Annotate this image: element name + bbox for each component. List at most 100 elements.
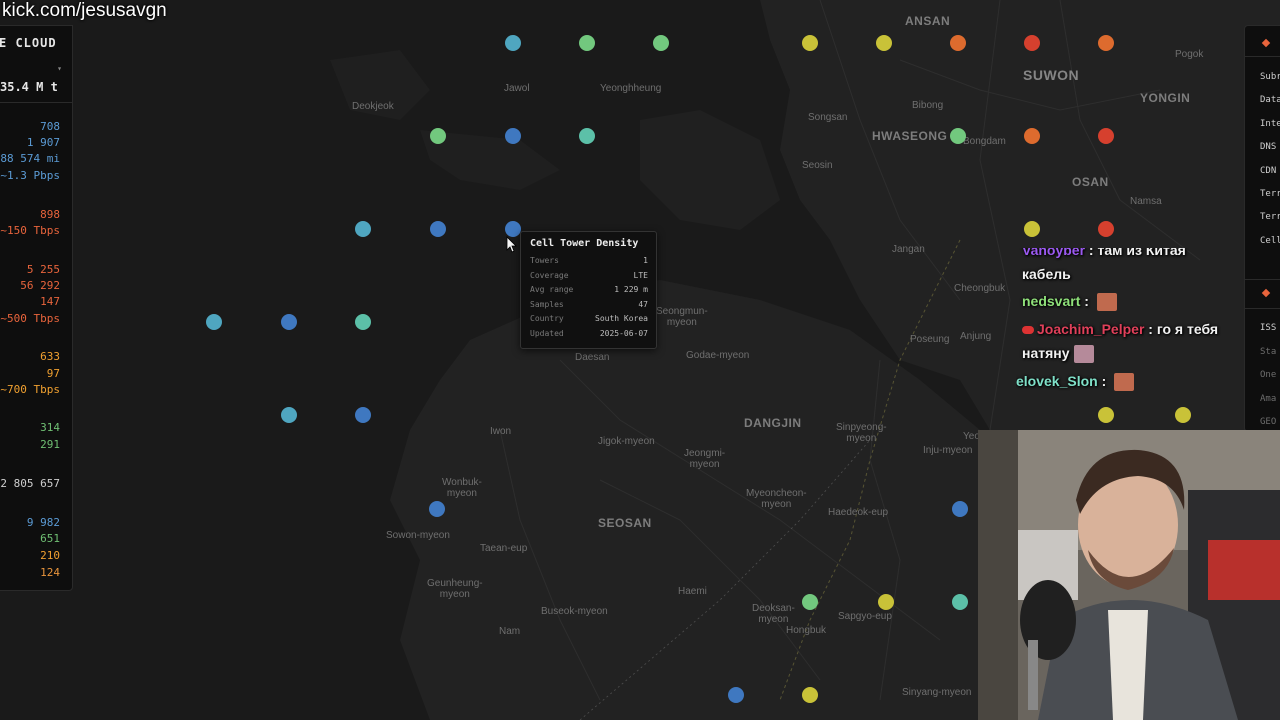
- density-cell-dot[interactable]: [355, 221, 371, 237]
- density-cell-dot[interactable]: [950, 35, 966, 51]
- map-label: DANGJIN: [744, 416, 802, 430]
- chat-username[interactable]: elovek_Slon: [1016, 373, 1098, 389]
- stat-value: 97: [46, 367, 60, 380]
- density-cell-dot[interactable]: [952, 501, 968, 517]
- satellite-item[interactable]: One: [1260, 370, 1276, 380]
- density-cell-dot[interactable]: [281, 314, 297, 330]
- layer-item[interactable]: Cell: [1260, 236, 1280, 246]
- map-label: Wonbuk- myeon: [442, 477, 482, 499]
- density-cell-dot[interactable]: [878, 594, 894, 610]
- diamond-icon: [1261, 288, 1271, 298]
- satellite-item[interactable]: Sta: [1260, 347, 1276, 357]
- map-label: SEOSAN: [598, 516, 652, 530]
- density-cell-dot[interactable]: [430, 221, 446, 237]
- density-cell-dot[interactable]: [1024, 221, 1040, 237]
- density-cell-dot[interactable]: [950, 128, 966, 144]
- density-cell-dot[interactable]: [728, 687, 744, 703]
- density-cell-dot[interactable]: [206, 314, 222, 330]
- satellite-item[interactable]: Ama: [1260, 394, 1276, 404]
- density-cell-dot[interactable]: [653, 35, 669, 51]
- density-cell-dot[interactable]: [505, 128, 521, 144]
- stat-value: 88 574 mi: [0, 152, 60, 165]
- map-label: Geunheung- myeon: [427, 578, 483, 600]
- tooltip-value: 47: [638, 299, 648, 309]
- density-cell-dot[interactable]: [1098, 221, 1114, 237]
- density-cell-dot[interactable]: [1024, 35, 1040, 51]
- divider: [1245, 56, 1280, 57]
- tooltip-title: Cell Tower Density: [530, 238, 639, 249]
- map-label: Haemi: [678, 586, 707, 597]
- chat-text: кабель: [1022, 266, 1071, 282]
- density-cell-dot[interactable]: [1098, 128, 1114, 144]
- tooltip-key: Towers: [530, 256, 559, 265]
- map-label: Hongbuk: [786, 625, 827, 636]
- stat-value: 9 982: [26, 516, 60, 529]
- chat-message: elovek_Slon :: [1016, 373, 1135, 392]
- chevron-down-icon[interactable]: ▾: [57, 64, 62, 73]
- tooltip-row: Avg range 1 229 m: [530, 285, 648, 299]
- map-label: Anjung: [960, 331, 992, 342]
- density-cell-dot[interactable]: [281, 407, 297, 423]
- tooltip-value: LTE: [633, 270, 648, 280]
- chat-text: го я тебя: [1156, 321, 1219, 337]
- stat-value: 291: [40, 438, 60, 451]
- map-label: SUWON: [1023, 67, 1080, 83]
- map-label: Myeoncheon- myeon: [746, 488, 807, 510]
- density-cell-dot[interactable]: [802, 594, 818, 610]
- map-label: Sinpyeong- myeon: [836, 422, 887, 444]
- density-cell-dot[interactable]: [505, 35, 521, 51]
- tooltip-row: Coverage LTE: [530, 271, 648, 285]
- chat-username[interactable]: nedsvart: [1022, 293, 1080, 309]
- density-cell-dot[interactable]: [876, 35, 892, 51]
- map-label: YONGIN: [1140, 91, 1191, 105]
- panel-title: E CLOUD: [0, 36, 57, 50]
- density-cell-dot[interactable]: [1098, 407, 1114, 423]
- satellite-item[interactable]: ISS: [1260, 323, 1276, 333]
- map-label: Deoksan- myeon: [752, 603, 795, 625]
- layer-item[interactable]: Terr: [1260, 189, 1280, 199]
- density-cell-dot[interactable]: [429, 501, 445, 517]
- divider: [0, 102, 72, 103]
- stat-value: 898: [40, 208, 60, 221]
- map-label: Nam: [499, 626, 521, 637]
- density-cell-dot[interactable]: [579, 128, 595, 144]
- density-cell-dot[interactable]: [355, 314, 371, 330]
- map-label: Bibong: [912, 100, 944, 111]
- layer-item[interactable]: Data: [1260, 95, 1280, 105]
- tooltip-value: 2025-06-07: [599, 329, 648, 338]
- density-cell-dot[interactable]: [579, 35, 595, 51]
- map-label: Haedeok-eup: [828, 507, 889, 518]
- tooltip-value: 1 229 m: [614, 285, 648, 295]
- tooltip-value: 1: [643, 256, 648, 265]
- density-cell-dot[interactable]: [802, 687, 818, 703]
- layer-item[interactable]: CDN: [1260, 166, 1276, 176]
- layer-item[interactable]: DNS: [1260, 142, 1276, 152]
- webcam-overlay: [978, 430, 1280, 720]
- map-label: Iwon: [490, 426, 512, 437]
- density-cell-dot[interactable]: [505, 221, 521, 237]
- map-label: Songsan: [808, 112, 848, 123]
- map-label: Seongmun- myeon: [656, 306, 708, 328]
- tooltip-key: Samples: [530, 299, 564, 309]
- tooltip-key: Country: [530, 314, 564, 324]
- chat-separator: :: [1144, 321, 1157, 337]
- map-label: Inju-myeon: [923, 445, 973, 456]
- layer-item[interactable]: Terr: [1260, 212, 1280, 222]
- density-cell-dot[interactable]: [1098, 35, 1114, 51]
- map-label: Sapgyo-eup: [838, 611, 892, 622]
- density-cell-dot[interactable]: [1024, 128, 1040, 144]
- density-cell-dot[interactable]: [802, 35, 818, 51]
- density-cell-dot[interactable]: [1175, 407, 1191, 423]
- layer-item[interactable]: Inte: [1260, 119, 1280, 129]
- stat-value: 2 805 657: [0, 477, 60, 490]
- stat-value: 314: [40, 421, 60, 434]
- density-cell-dot[interactable]: [355, 407, 371, 423]
- chat-username[interactable]: Joachim_Pelper: [1037, 321, 1144, 337]
- density-cell-dot[interactable]: [952, 594, 968, 610]
- density-cell-dot[interactable]: [430, 128, 446, 144]
- layer-item[interactable]: Subr: [1260, 72, 1280, 82]
- map-label: Jigok-myeon: [598, 436, 655, 447]
- satellite-item[interactable]: GEO: [1260, 417, 1276, 427]
- chat-emote-icon: [1096, 293, 1117, 312]
- chat-badge-icon: [1022, 326, 1034, 335]
